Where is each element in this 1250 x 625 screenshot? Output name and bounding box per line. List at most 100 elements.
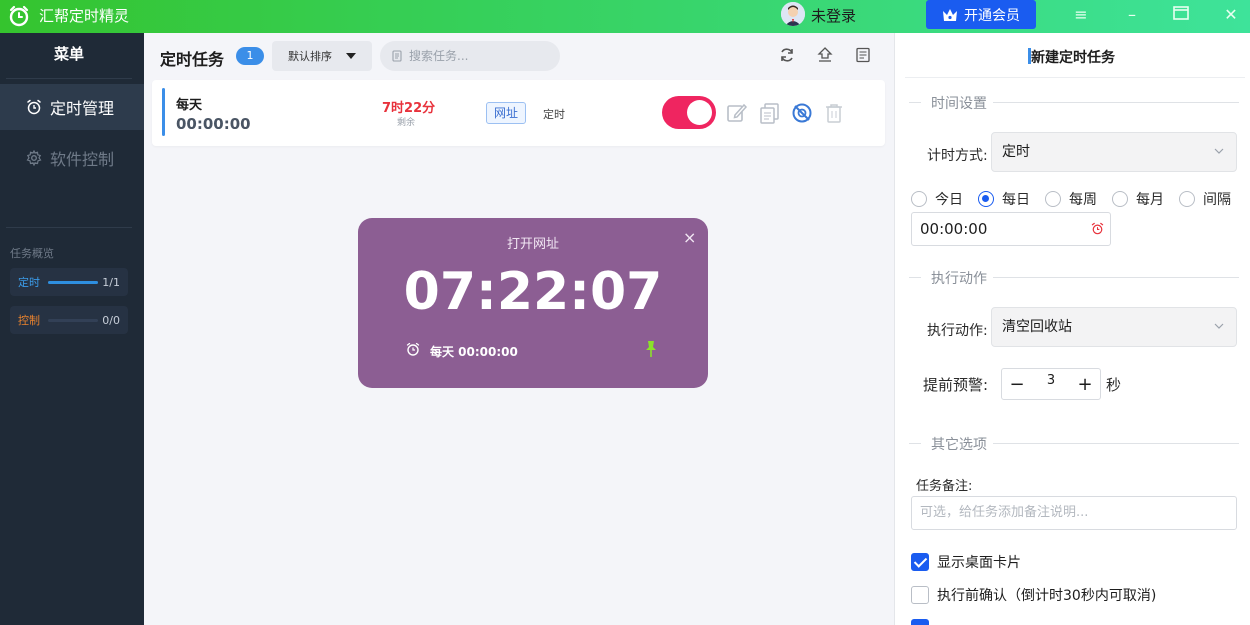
task-remaining-label: 剩余	[397, 118, 416, 128]
radio-label: 每日	[1002, 192, 1030, 208]
close-icon[interactable]: ×	[683, 228, 696, 247]
menu-icon[interactable]: ≡	[1072, 6, 1090, 24]
app-name: 汇帮定时精灵	[39, 7, 130, 25]
sidebar-item-label: 软件控制	[50, 150, 115, 169]
title-bar: 汇帮定时精灵 未登录 开通会员 ≡ – ✕	[0, 0, 1250, 33]
refresh-icon[interactable]	[779, 47, 795, 63]
task-count-badge: 1	[236, 47, 264, 65]
radio-button[interactable]	[1179, 191, 1195, 207]
timing-mode-select[interactable]: 定时	[991, 132, 1237, 172]
caret-down-icon	[346, 53, 356, 59]
radio-monthly[interactable]: 每月	[1112, 189, 1164, 209]
checkbox-label: 执行前确认（倒计时30秒内可取消)	[937, 588, 1157, 604]
decrement-button[interactable]: −	[1002, 374, 1032, 395]
new-task-panel: 新建定时任务 时间设置 计时方式: 定时 今日 每日 每周 每月 间隔 00:0…	[894, 33, 1250, 625]
minimize-icon[interactable]: –	[1123, 6, 1141, 24]
radio-button[interactable]	[1112, 191, 1128, 207]
radio-today[interactable]: 今日	[911, 189, 963, 209]
section-action: 执行动作	[909, 267, 1239, 287]
task-row[interactable]: 每天 00:00:00 7时22分 剩余 网址 定时	[152, 80, 885, 146]
warning-unit: 秒	[1106, 376, 1122, 394]
task-mode: 定时	[543, 108, 565, 121]
warning-stepper[interactable]: − 3 +	[1001, 368, 1101, 400]
radio-label: 每月	[1136, 192, 1164, 208]
user-avatar-icon	[781, 2, 805, 26]
toggle-knob	[687, 100, 712, 125]
radio-label: 今日	[935, 192, 963, 208]
radio-interval[interactable]: 间隔	[1179, 189, 1231, 209]
import-icon[interactable]	[817, 47, 833, 63]
overview-control-row: 控制 0/0	[10, 306, 128, 334]
recurrence-options: 今日 每日 每周 每月 间隔	[911, 189, 1246, 209]
open-vip-label: 开通会员	[964, 7, 1020, 24]
alarm-clock-icon	[27, 99, 41, 115]
action-label: 执行动作:	[927, 323, 988, 339]
copy-icon[interactable]	[759, 102, 781, 124]
show-desktop-card-checkbox[interactable]: 显示桌面卡片	[911, 552, 1021, 572]
task-accent-bar	[162, 88, 165, 136]
radio-weekly[interactable]: 每周	[1045, 189, 1097, 209]
desktop-countdown-card[interactable]: 打开网址 × 07:22:07 每天 00:00:00	[358, 218, 708, 388]
search-box[interactable]	[380, 41, 560, 71]
radio-label: 每周	[1069, 192, 1097, 208]
log-icon[interactable]	[855, 47, 871, 63]
crown-icon	[943, 8, 957, 21]
section-label: 执行动作	[931, 271, 987, 287]
panel-title: 新建定时任务	[1031, 50, 1115, 66]
time-picker-input[interactable]: 00:00:00	[911, 212, 1111, 246]
close-icon[interactable]: ✕	[1222, 6, 1240, 24]
document-search-icon	[392, 50, 402, 62]
gear-icon	[26, 150, 42, 166]
alarm-clock-icon[interactable]	[1091, 222, 1104, 235]
disable-icon[interactable]	[791, 102, 813, 124]
maximize-icon[interactable]	[1172, 6, 1190, 24]
note-input[interactable]: 可选，给任务添加备注说明...	[911, 496, 1237, 530]
overview-progress-bar	[48, 280, 98, 284]
delete-icon[interactable]	[823, 102, 845, 124]
page-title: 定时任务	[160, 50, 225, 69]
open-vip-button[interactable]: 开通会员	[926, 0, 1036, 29]
sidebar-title: 菜单	[53, 45, 84, 63]
increment-button[interactable]: +	[1070, 374, 1100, 395]
partially-visible-checkbox[interactable]	[911, 619, 929, 625]
note-placeholder: 可选，给任务添加备注说明...	[920, 505, 1089, 520]
task-type-tag: 网址	[486, 102, 526, 124]
overview-label-timer: 定时	[18, 276, 40, 289]
panel-divider	[905, 77, 1245, 78]
sidebar-item-timer-management[interactable]: 定时管理	[0, 84, 144, 130]
radio-daily[interactable]: 每日	[978, 189, 1030, 209]
avatar[interactable]	[781, 2, 805, 26]
task-remaining: 7时22分	[382, 101, 436, 116]
warning-value[interactable]: 3	[1032, 373, 1070, 388]
search-input[interactable]	[409, 49, 549, 63]
timing-mode-label: 计时方式:	[927, 148, 988, 164]
overview-count: 0/0	[102, 313, 120, 327]
countdown-display: 07:22:07	[403, 262, 663, 322]
time-value: 00:00:00	[920, 220, 988, 238]
radio-button[interactable]	[1045, 191, 1061, 207]
radio-label: 间隔	[1203, 192, 1231, 208]
sidebar-item-software-control[interactable]: 软件控制	[0, 135, 144, 181]
login-status[interactable]: 未登录	[811, 5, 856, 26]
edit-icon[interactable]	[726, 102, 748, 124]
timing-mode-value: 定时	[1002, 144, 1030, 160]
checkbox-label: 显示桌面卡片	[937, 555, 1021, 571]
radio-button[interactable]	[978, 191, 994, 207]
pin-icon[interactable]	[644, 340, 658, 358]
radio-button[interactable]	[911, 191, 927, 207]
checkbox[interactable]	[911, 586, 929, 604]
alarm-clock-logo-icon	[9, 5, 29, 27]
confirm-before-execute-checkbox[interactable]: 执行前确认（倒计时30秒内可取消)	[911, 585, 1156, 605]
sort-select[interactable]: 默认排序	[272, 41, 372, 71]
sort-label: 默认排序	[288, 50, 332, 63]
checkbox[interactable]	[911, 553, 929, 571]
overview-timer-row: 定时 1/1	[10, 268, 128, 296]
section-label: 其它选项	[931, 437, 987, 453]
task-frequency: 每天	[176, 98, 203, 113]
card-title: 打开网址	[506, 237, 559, 252]
action-select[interactable]: 清空回收站	[991, 307, 1237, 347]
action-value: 清空回收站	[1002, 319, 1072, 335]
chevron-down-icon	[1214, 148, 1224, 154]
task-enable-toggle[interactable]	[662, 96, 716, 129]
overview-label: 任务概览	[10, 247, 54, 260]
